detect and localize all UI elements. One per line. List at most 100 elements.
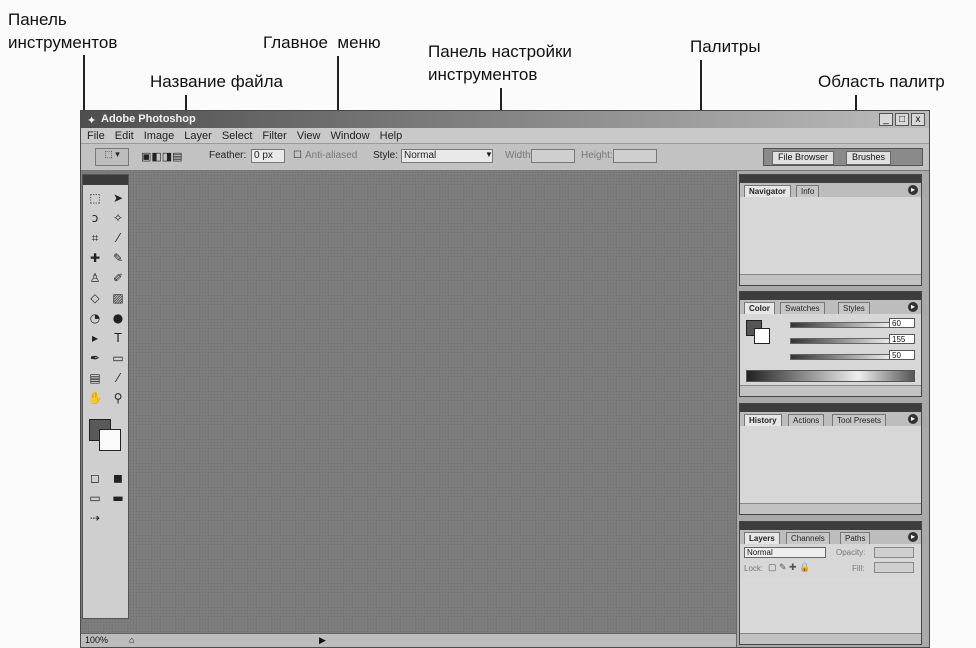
magic-wand-tool-icon[interactable]: ✧ xyxy=(108,209,128,227)
menu-file[interactable]: File xyxy=(87,128,105,143)
green-slider[interactable] xyxy=(790,338,892,344)
height-input[interactable] xyxy=(613,149,657,163)
brush-tool-icon[interactable]: ✎ xyxy=(108,249,128,267)
color-ramp[interactable] xyxy=(746,370,915,382)
history-list[interactable] xyxy=(740,426,921,504)
navigator-preview[interactable] xyxy=(740,197,921,275)
color-controls: 60 155 50 xyxy=(740,314,921,386)
clone-stamp-tool-icon[interactable]: ♙ xyxy=(85,269,105,287)
height-label: Height: xyxy=(581,150,613,161)
palette-well: File Browser Brushes xyxy=(763,148,923,166)
type-tool-icon[interactable]: T xyxy=(108,329,128,347)
marquee-tool-icon[interactable]: ⬚ xyxy=(85,189,105,207)
toolbox-header[interactable] xyxy=(83,175,128,185)
palette-titlebar[interactable] xyxy=(740,292,921,300)
slice-tool-icon[interactable]: ⁄ xyxy=(108,229,128,247)
status-icon: ⌂ xyxy=(129,635,135,645)
history-footer-buttons[interactable] xyxy=(740,503,921,514)
palette-titlebar[interactable] xyxy=(740,404,921,412)
blue-slider[interactable] xyxy=(790,354,892,360)
red-slider[interactable] xyxy=(790,322,892,328)
palette-menu-icon[interactable]: ▸ xyxy=(908,302,918,312)
dodge-tool-icon[interactable]: ● xyxy=(108,309,128,327)
photoshop-window: ✦ Adobe Photoshop _ □ x File Edit Image … xyxy=(80,110,930,648)
lasso-tool-icon[interactable]: ↄ xyxy=(85,209,105,227)
tool-options-bar: ⬚ ▾ ▣◧◨▤ Feather: 0 px ☐ Anti-aliased St… xyxy=(81,144,929,171)
history-palette: History Actions Tool Presets ▸ xyxy=(739,403,922,515)
crop-tool-icon[interactable]: ⌗ xyxy=(85,229,105,247)
callout-main-menu: Главное меню xyxy=(263,33,381,52)
palette-menu-icon[interactable]: ▸ xyxy=(908,532,918,542)
hand-tool-icon[interactable]: ✋ xyxy=(85,389,105,407)
palette-titlebar[interactable] xyxy=(740,522,921,530)
history-brush-tool-icon[interactable]: ✐ xyxy=(108,269,128,287)
path-selection-tool-icon[interactable]: ▸ xyxy=(85,329,105,347)
blue-value[interactable]: 50 xyxy=(889,350,915,360)
maximize-button[interactable]: □ xyxy=(895,113,909,126)
notes-tool-icon[interactable]: ▤ xyxy=(85,369,105,387)
menu-edit[interactable]: Edit xyxy=(115,128,134,143)
minimize-button[interactable]: _ xyxy=(879,113,893,126)
well-tab-file-browser[interactable]: File Browser xyxy=(772,151,835,165)
palette-titlebar[interactable] xyxy=(740,175,921,183)
eyedropper-tool-icon[interactable]: ⁄ xyxy=(108,369,128,387)
close-button[interactable]: x xyxy=(911,113,925,126)
palette-menu-icon[interactable]: ▸ xyxy=(908,414,918,424)
feather-input[interactable]: 0 px xyxy=(251,149,285,163)
menu-window[interactable]: Window xyxy=(331,128,370,143)
menu-image[interactable]: Image xyxy=(144,128,175,143)
status-arrow-icon[interactable]: ▶ xyxy=(319,634,326,647)
eraser-tool-icon[interactable]: ◇ xyxy=(85,289,105,307)
fill-input[interactable] xyxy=(874,562,914,573)
callout-palettes: Палитры xyxy=(690,37,761,56)
zoom-tool-icon[interactable]: ⚲ xyxy=(108,389,128,407)
green-value[interactable]: 155 xyxy=(889,334,915,344)
palette-menu-icon[interactable]: ▸ xyxy=(908,185,918,195)
shape-tool-icon[interactable]: ▭ xyxy=(108,349,128,367)
screen-mode-standard-icon[interactable]: ▭ xyxy=(85,489,105,507)
tool-preset-picker[interactable]: ⬚ ▾ xyxy=(95,148,129,166)
selection-mode-icons[interactable]: ▣◧◨▤ xyxy=(141,150,183,163)
style-select[interactable]: Normal xyxy=(401,149,493,163)
jump-to-imageready-icon[interactable]: ⇢ xyxy=(85,509,105,527)
workspace-area[interactable] xyxy=(81,171,736,634)
width-input[interactable] xyxy=(531,149,575,163)
style-dropdown-arrow-icon[interactable]: ▼ xyxy=(485,150,493,159)
menu-select[interactable]: Select xyxy=(222,128,253,143)
window-title: Adobe Photoshop xyxy=(101,113,196,125)
layers-footer-buttons[interactable] xyxy=(740,633,921,644)
blur-tool-icon[interactable]: ◔ xyxy=(85,309,105,327)
color-palette: Color Swatches Styles ▸ 60 155 50 xyxy=(739,291,922,397)
navigator-zoom-slider[interactable] xyxy=(740,274,921,285)
red-value[interactable]: 60 xyxy=(889,318,915,328)
menu-help[interactable]: Help xyxy=(380,128,403,143)
fill-label: Fill: xyxy=(852,564,865,573)
callout-toolbox-line2: инструментов xyxy=(8,33,118,52)
move-tool-icon[interactable]: ➤ xyxy=(108,189,128,207)
blend-mode-select[interactable]: Normal xyxy=(744,547,826,558)
pen-tool-icon[interactable]: ✒ xyxy=(85,349,105,367)
color-bg-swatch[interactable] xyxy=(754,328,770,344)
main-menu-bar: File Edit Image Layer Select Filter View… xyxy=(81,128,929,144)
opacity-input[interactable] xyxy=(874,547,914,558)
zoom-level[interactable]: 100% xyxy=(85,634,108,647)
navigator-palette: Navigator Info ▸ xyxy=(739,174,922,286)
callout-options-line1: Панель настройки xyxy=(428,42,572,61)
gradient-tool-icon[interactable]: ▨ xyxy=(108,289,128,307)
lock-options-icons[interactable]: ▢ ✎ ✚ 🔒 xyxy=(768,562,810,573)
screen-mode-full-icon[interactable]: ▬ xyxy=(108,489,128,507)
feather-label: Feather: xyxy=(209,150,247,161)
quick-mask-mode-icon[interactable]: ◼ xyxy=(108,469,128,487)
layers-list[interactable] xyxy=(740,578,921,634)
well-tab-brushes[interactable]: Brushes xyxy=(846,151,892,165)
menu-filter[interactable]: Filter xyxy=(262,128,286,143)
layers-palette: Layers Channels Paths ▸ Normal Opacity: … xyxy=(739,521,922,645)
menu-view[interactable]: View xyxy=(297,128,321,143)
standard-mode-icon[interactable]: ◻ xyxy=(85,469,105,487)
anti-alias-checkbox[interactable]: ☐ xyxy=(293,150,302,161)
menu-layer[interactable]: Layer xyxy=(184,128,212,143)
width-label: Width: xyxy=(505,150,534,161)
healing-brush-tool-icon[interactable]: ✚ xyxy=(85,249,105,267)
background-color-swatch[interactable] xyxy=(99,429,121,451)
status-bar: 100% ⌂ ▶ xyxy=(81,633,736,647)
